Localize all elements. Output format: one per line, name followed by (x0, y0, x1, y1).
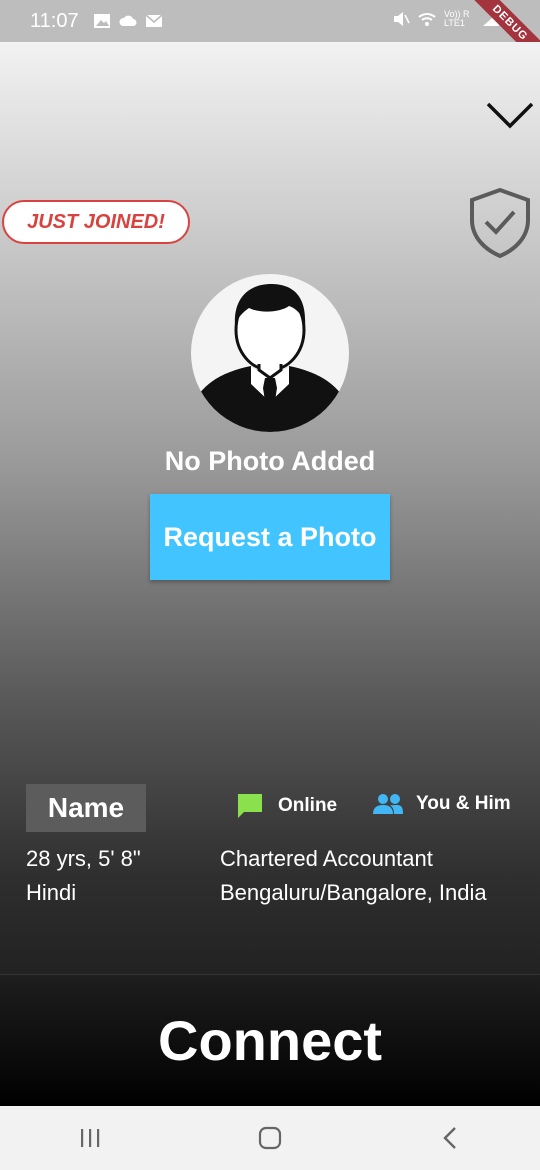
profile-card: JUST JOINED! No Photo Added Request a Ph… (0, 42, 540, 974)
connect-button[interactable]: Connect (0, 974, 540, 1106)
profession: Chartered Accountant (220, 846, 433, 871)
relation-status[interactable]: You & Him (372, 792, 511, 816)
status-icons-left (93, 13, 163, 29)
online-status: Online (236, 792, 337, 820)
mute-icon (394, 12, 410, 26)
status-bar: 11:07 Vo)) R LTE1 (0, 0, 540, 42)
profile-name: Name (26, 784, 146, 832)
collapse-button[interactable] (482, 94, 538, 138)
avatar (191, 274, 349, 432)
status-time: 11:07 (30, 9, 79, 32)
chevron-down-icon (486, 102, 534, 129)
recents-button[interactable] (60, 1118, 120, 1158)
age-height: 28 yrs, 5' 8" (26, 846, 141, 871)
system-nav-bar (0, 1106, 540, 1170)
person-silhouette-icon (191, 284, 349, 432)
just-joined-badge: JUST JOINED! (2, 200, 190, 244)
location: Bengaluru/Bangalore, India (220, 880, 487, 905)
online-label: Online (278, 795, 338, 816)
relation-label: You & Him (416, 793, 511, 814)
chat-icon (238, 794, 262, 818)
people-icon (373, 794, 403, 814)
wifi-icon (418, 13, 436, 26)
cloud-icon (119, 15, 137, 26)
home-button[interactable] (240, 1118, 300, 1158)
back-button[interactable] (420, 1118, 480, 1158)
back-icon (443, 1127, 456, 1149)
recents-icon (81, 1129, 100, 1147)
image-icon (93, 14, 110, 28)
shield-check-icon[interactable] (468, 186, 532, 258)
request-photo-button[interactable]: Request a Photo (150, 494, 390, 580)
home-icon (258, 1126, 282, 1150)
mail-icon (145, 14, 163, 27)
no-photo-label: No Photo Added (164, 446, 376, 476)
language: Hindi (26, 880, 77, 905)
